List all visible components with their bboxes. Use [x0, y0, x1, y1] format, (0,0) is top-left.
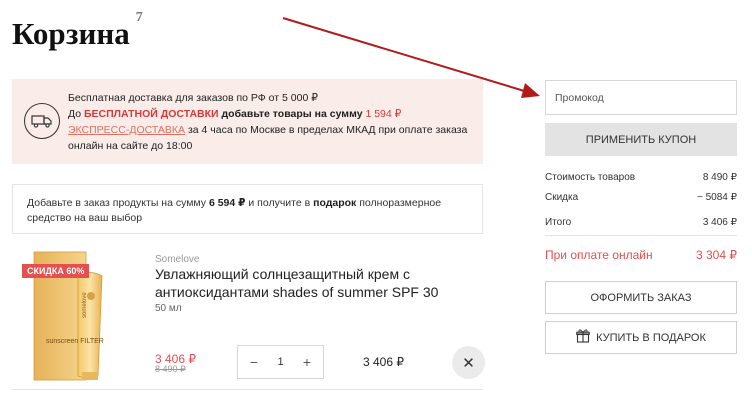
delivery-text: Бесплатная доставка для заказов по РФ от… — [68, 90, 467, 154]
summary-total-row: Итого 3 406 ₽ — [545, 217, 737, 236]
summary-goods-row: Стоимость товаров 8 490 ₽ — [545, 172, 737, 183]
goods-cost-label: Стоимость товаров — [545, 172, 636, 183]
apply-coupon-button[interactable]: ПРИМЕНИТЬ КУПОН — [545, 123, 737, 156]
online-payment-value: 3 304 ₽ — [696, 248, 737, 262]
express-delivery-link[interactable]: ЭКСПРЕСС-ДОСТАВКА — [68, 124, 185, 136]
total-value: 3 406 ₽ — [702, 217, 737, 228]
buy-as-gift-label: КУПИТЬ В ПОДАРОК — [596, 331, 706, 344]
gift-notice: Добавьте в заказ продукты на сумму 6 594… — [12, 184, 483, 234]
delivery-line-remaining: До БЕСПЛАТНОЙ ДОСТАВКИ добавьте товары н… — [68, 108, 402, 120]
checkout-button[interactable]: ОФОРМИТЬ ЗАКАЗ — [545, 281, 737, 314]
cart-count: 7 — [135, 9, 143, 25]
divider — [12, 389, 483, 390]
remove-item-button[interactable]: ✕ — [452, 346, 485, 379]
total-label: Итого — [545, 217, 572, 228]
goods-cost-value: 8 490 ₽ — [702, 172, 737, 183]
quantity-increase-button[interactable]: + — [299, 354, 315, 370]
delivery-line-online: онлайн на сайте до 18:00 — [68, 140, 193, 152]
delivery-line-express: ЭКСПРЕСС-ДОСТАВКА за 4 часа по Москве в … — [68, 124, 468, 136]
discount-value: − 5084 ₽ — [696, 192, 737, 203]
quantity-stepper: − 1 + — [237, 345, 324, 379]
promo-code-input[interactable] — [545, 80, 737, 115]
product-old-price: 8 490 ₽ — [155, 364, 186, 374]
tube-brand-text: somelove — [82, 292, 88, 318]
product-volume: 50 мл — [155, 303, 182, 314]
summary-online-row: При оплате онлайн 3 304 ₽ — [545, 248, 737, 262]
delivery-line-free: Бесплатная доставка для заказов по РФ от… — [68, 92, 318, 104]
summary-discount-row: Скидка − 5084 ₽ — [545, 192, 737, 203]
box-label-text: sunscreen FILTER — [46, 338, 104, 345]
discount-label: Скидка — [545, 192, 579, 203]
online-payment-label: При оплате онлайн — [545, 248, 653, 262]
gift-icon — [576, 329, 590, 346]
close-icon: ✕ — [462, 354, 475, 372]
product-name[interactable]: Увлажняющий солнцезащитный крем с антиок… — [155, 265, 455, 301]
quantity-decrease-button[interactable]: − — [246, 354, 262, 370]
page-title: Корзина 7 — [12, 9, 143, 51]
discount-badge: СКИДКА 60% — [22, 264, 90, 278]
delivery-banner: Бесплатная доставка для заказов по РФ от… — [12, 79, 483, 164]
buy-as-gift-button[interactable]: КУПИТЬ В ПОДАРОК — [545, 321, 737, 354]
truck-icon — [24, 103, 60, 139]
line-total: 3 406 ₽ — [363, 355, 404, 369]
gift-notice-text: Добавьте в заказ продукты на сумму 6 594… — [27, 197, 442, 224]
quantity-value[interactable]: 1 — [277, 356, 283, 368]
product-brand[interactable]: Somelove — [155, 254, 199, 265]
